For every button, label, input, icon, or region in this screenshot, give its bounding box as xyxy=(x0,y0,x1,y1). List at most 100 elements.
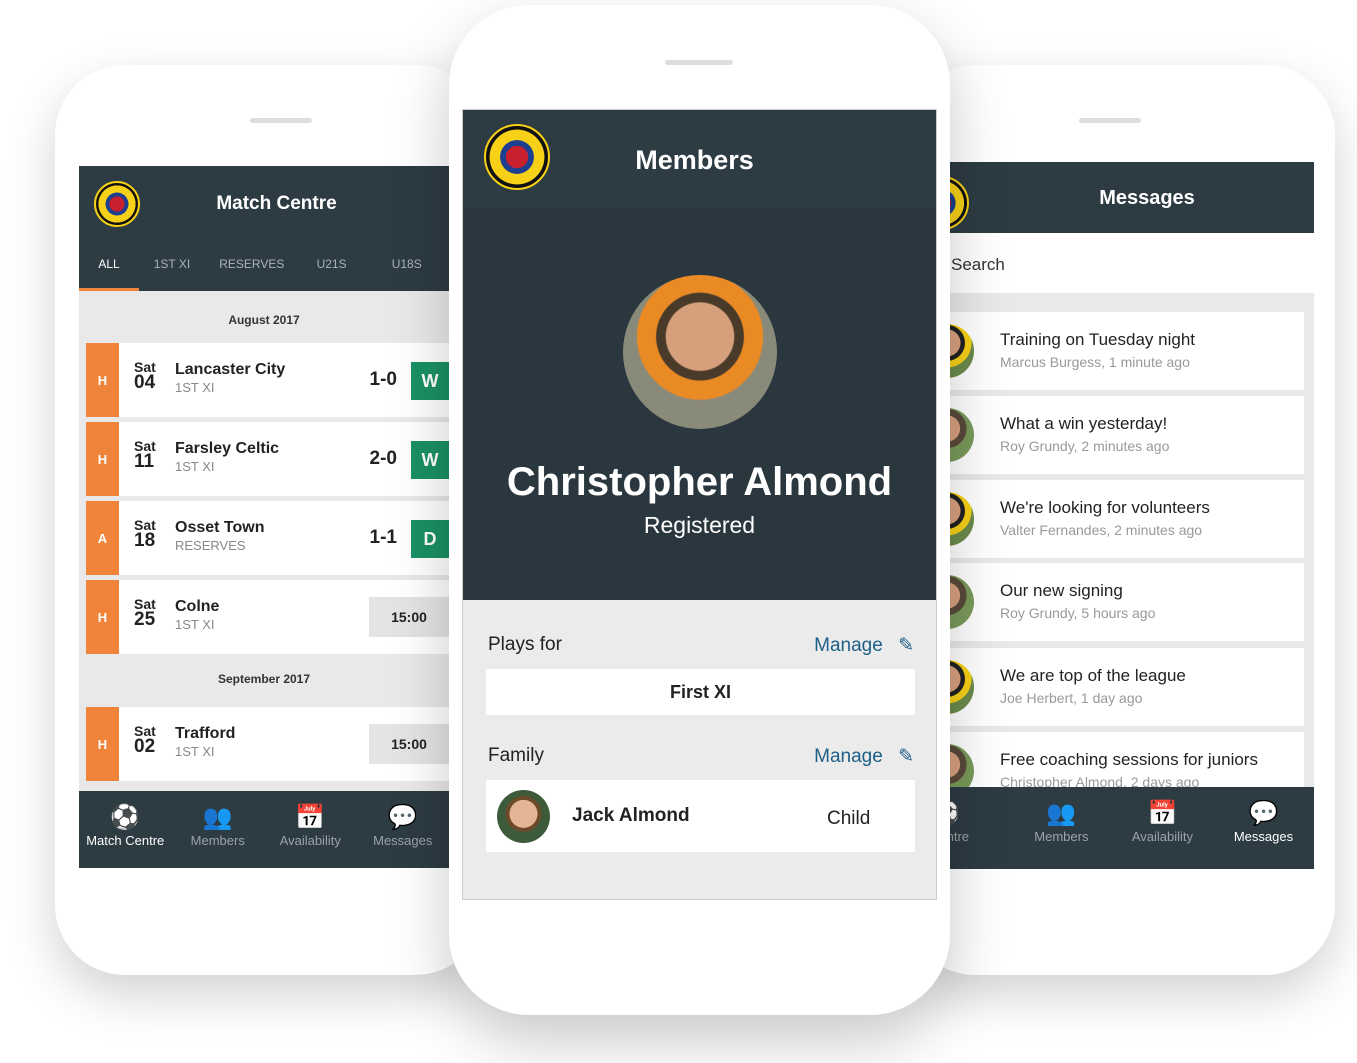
message-item[interactable]: We are top of the league Joe Herbert, 1 … xyxy=(930,648,1304,726)
chat-icon: 💬 xyxy=(387,804,418,831)
club-logo xyxy=(484,124,550,190)
month-heading: September 2017 xyxy=(217,672,311,686)
header: Match Centre xyxy=(79,166,449,237)
team-chip[interactable]: First XI xyxy=(486,669,915,715)
pencil-icon: ✎ xyxy=(898,635,914,656)
family-avatar xyxy=(497,790,550,843)
squad: 1ST XI xyxy=(175,380,215,395)
header: Messages xyxy=(930,162,1314,233)
score: 1-1 xyxy=(369,527,397,548)
fixture-day: Sat 02 xyxy=(134,723,156,757)
fixture-day: Sat 04 xyxy=(134,359,156,392)
manage-label: Manage xyxy=(814,635,883,656)
message-meta: Marcus Burgess, 1 minute ago xyxy=(1000,354,1190,370)
message-meta: Valter Fernandes, 2 minutes ago xyxy=(1000,522,1203,538)
nav-availability[interactable]: 📅 Availability xyxy=(1112,787,1213,869)
nav-members[interactable]: 👥 Members xyxy=(1011,787,1112,869)
plays-for-label: Plays for xyxy=(488,634,562,655)
tab-all[interactable]: ALL xyxy=(79,237,140,291)
football-icon: ⚽ xyxy=(110,804,141,831)
venue-badge: H xyxy=(86,707,119,781)
result-badge: W xyxy=(411,362,449,400)
messages-screen: Messages Search Training on Tuesday nigh… xyxy=(930,162,1314,869)
squad: 1ST XI xyxy=(175,617,215,632)
search-input[interactable]: Search xyxy=(930,233,1314,293)
nav-label: Availability xyxy=(279,833,341,848)
message-title: We are top of the league xyxy=(1000,666,1186,685)
tab-reserves[interactable]: RESERVES xyxy=(205,257,299,271)
message-meta: Roy Grundy, 2 minutes ago xyxy=(1000,438,1170,454)
day-date: 11 xyxy=(134,451,155,472)
fixture-day: Sat 25 xyxy=(134,596,156,630)
calendar-check-icon: 📅 xyxy=(1147,800,1178,827)
nav-match-centre[interactable]: ⚽ Match Centre xyxy=(79,791,172,868)
opponent: Farsley Celtic xyxy=(175,440,280,457)
nav-messages[interactable]: 💬 Messages xyxy=(357,791,450,868)
nav-label: Availability xyxy=(1131,829,1193,844)
opponent: Osset Town xyxy=(175,519,265,536)
message-title: Free coaching sessions for juniors xyxy=(1000,750,1258,769)
message-meta: Joe Herbert, 1 day ago xyxy=(1000,690,1143,706)
family-relation: Child xyxy=(827,808,871,829)
message-title: Training on Tuesday night xyxy=(1000,330,1195,349)
family-member-row[interactable]: Jack Almond Child xyxy=(486,780,915,852)
result-badge: D xyxy=(411,520,449,558)
message-item[interactable]: What a win yesterday! Roy Grundy, 2 minu… xyxy=(930,396,1304,474)
members-screen: Members Christopher Almond Registered Pl… xyxy=(462,109,937,900)
message-title: We're looking for volunteers xyxy=(1000,498,1210,517)
manage-label: Manage xyxy=(814,746,883,767)
day-date: 25 xyxy=(134,609,156,630)
people-icon: 👥 xyxy=(202,804,233,831)
speaker xyxy=(1079,118,1141,123)
manage-teams-link[interactable]: Manage ✎ xyxy=(814,634,914,657)
profile-photo xyxy=(623,275,777,429)
venue-badge: H xyxy=(86,422,119,496)
speaker xyxy=(665,60,733,65)
fixture-day: Sat 18 xyxy=(134,517,156,551)
fixture-row[interactable]: H Sat 04 Lancaster City 1ST XI 1-0 W xyxy=(86,343,449,417)
fixture-row[interactable]: H Sat 25 Colne 1ST XI 15:00 xyxy=(86,580,449,654)
fixture-row[interactable]: A Sat 18 Osset Town RESERVES 1-1 D xyxy=(86,501,449,575)
calendar-check-icon: 📅 xyxy=(295,804,326,831)
score: 1-0 xyxy=(369,369,397,390)
nav-messages[interactable]: 💬 Messages xyxy=(1213,787,1314,869)
venue-badge: H xyxy=(86,580,119,654)
fixture-row[interactable]: H Sat 11 Farsley Celtic 1ST XI 2-0 W xyxy=(86,422,449,496)
tab-u21s[interactable]: U21S xyxy=(299,257,365,271)
squad: 1ST XI xyxy=(175,744,215,759)
people-icon: 👥 xyxy=(1046,800,1077,827)
nav-members[interactable]: 👥 Members xyxy=(172,791,265,868)
message-item[interactable]: We're looking for volunteers Valter Fern… xyxy=(930,480,1304,558)
club-logo xyxy=(94,181,140,227)
member-status: Registered xyxy=(643,512,756,538)
day-date: 02 xyxy=(134,736,156,757)
nav-availability[interactable]: 📅 Availability xyxy=(264,791,357,868)
message-title: Our new signing xyxy=(1000,581,1123,600)
opponent: Lancaster City xyxy=(175,361,286,378)
opponent: Trafford xyxy=(175,725,236,742)
bottom-nav: ⚽ Match Centre 👥 Members 📅 Availability 💬 Me… xyxy=(79,791,449,868)
squad: RESERVES xyxy=(175,538,246,553)
kickoff-time: 15:00 xyxy=(369,597,449,637)
page-title: Match Centre xyxy=(216,193,337,214)
fixture-day: Sat 11 xyxy=(134,438,156,472)
venue-badge: H xyxy=(86,343,119,417)
tab-u18s[interactable]: U18S xyxy=(364,257,449,271)
nav-label: Match Centre xyxy=(86,833,165,848)
tab-1st-xi[interactable]: 1ST XI xyxy=(139,257,205,271)
header: Members xyxy=(463,110,936,208)
opponent: Colne xyxy=(175,598,220,615)
venue-badge: A xyxy=(86,501,119,575)
message-item[interactable]: Our new signing Roy Grundy, 5 hours ago xyxy=(930,563,1304,641)
fixture-row[interactable]: H Sat 02 Trafford 1ST XI 15:00 xyxy=(86,707,449,781)
nav-label: Members xyxy=(1034,829,1089,844)
squad-tabs: ALL 1ST XI RESERVES U21S U18S xyxy=(79,237,449,291)
match-centre-screen: Match Centre ALL 1ST XI RESERVES U21S U1… xyxy=(79,166,449,868)
manage-family-link[interactable]: Manage ✎ xyxy=(814,745,914,768)
chat-icon: 💬 xyxy=(1248,800,1279,827)
message-item[interactable]: Free coaching sessions for juniors Chris… xyxy=(930,732,1304,798)
day-date: 18 xyxy=(134,530,156,551)
page-title: Messages xyxy=(1099,187,1195,209)
message-item[interactable]: Training on Tuesday night Marcus Burgess… xyxy=(930,312,1304,390)
pencil-icon: ✎ xyxy=(898,746,914,767)
